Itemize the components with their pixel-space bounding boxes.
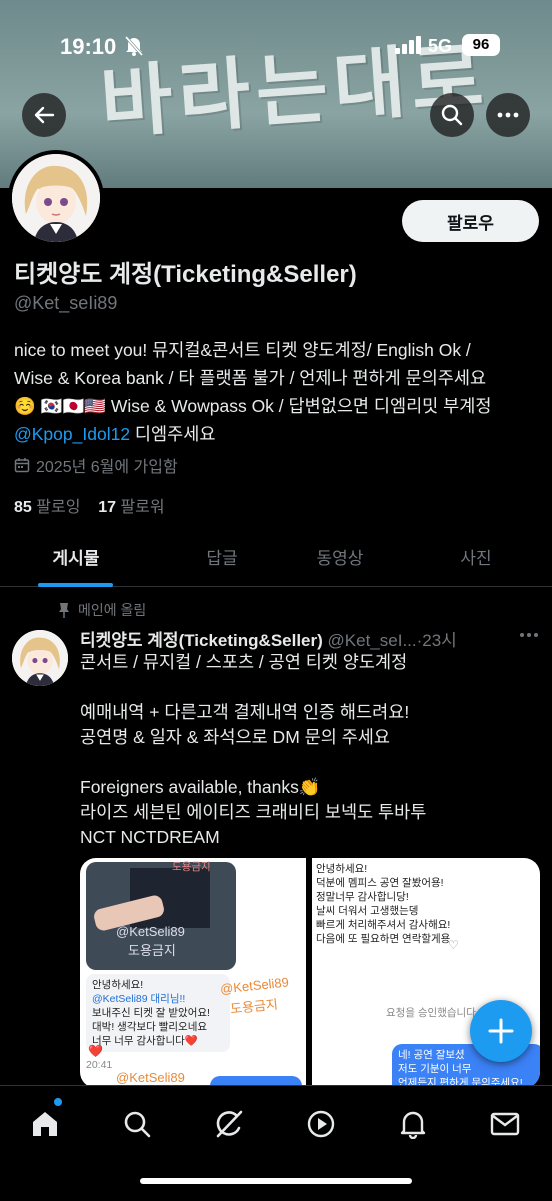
network-type: 5G: [428, 36, 453, 56]
post-line: [80, 675, 540, 700]
following-label: 팔로잉: [36, 499, 81, 516]
chat-line: 빠르게 처리해주셔서 감사해요!: [316, 919, 451, 931]
pinned-label: 메인에 올림: [78, 602, 147, 618]
chat-line: 안녕하세요!: [316, 863, 368, 875]
post-media[interactable]: 도용금지 @KetSeli89 도용금지 안녕하세요! @KetSeli89 대…: [80, 858, 540, 1088]
battery-indicator: 96: [462, 34, 500, 56]
profile-display-name: 티켓양도 계정(Ticketing&Seller): [14, 261, 357, 288]
chat-line: 덕분에 멤피스 공연 잘봤어용!: [316, 877, 444, 889]
followers-link[interactable]: 17 팔로워: [98, 499, 164, 516]
post-header: 티켓양도 계정(Ticketing&Seller) @Ket_seI...·23…: [80, 626, 550, 651]
chat-time: 20:41: [86, 1059, 113, 1071]
post-line: 라이즈 세븐틴 에이티즈 크래비티 보넥도 투바투: [80, 802, 427, 822]
post-line: NCT NCTDREAM: [80, 827, 220, 847]
chat-line: 대박! 생각보다 빨리오네요: [92, 1021, 208, 1033]
watermark: 도용금지: [128, 943, 176, 958]
nav-search[interactable]: [117, 1104, 157, 1144]
tab-photos[interactable]: 사진: [406, 526, 546, 586]
chat-line: 다음에 또 필요하면 연락할게용: [316, 933, 451, 945]
following-count: 85: [14, 499, 32, 516]
post-time: ·23시: [416, 631, 457, 650]
tab-videos[interactable]: 동영상: [270, 526, 410, 586]
profile-avatar[interactable]: [8, 150, 104, 246]
chat-line: 너무 너무 감사합니다❤️: [92, 1035, 198, 1047]
search-button[interactable]: [430, 93, 474, 137]
home-icon: [33, 1112, 57, 1136]
calendar-icon: [14, 458, 30, 473]
tab-posts[interactable]: 게시물: [0, 526, 152, 586]
watermark: @KetSeli89: [116, 924, 185, 939]
post-author-name[interactable]: 티켓양도 계정(Ticketing&Seller): [80, 631, 323, 650]
chat-line: 보내주신 티켓 잘 받았어요!: [92, 1007, 210, 1019]
nav-grok[interactable]: [209, 1104, 249, 1144]
search-icon: [441, 104, 463, 126]
silent-mode-icon: [124, 35, 144, 62]
compose-button[interactable]: [470, 1000, 532, 1062]
more-button[interactable]: [486, 93, 530, 137]
bio-line: 디엠주세요: [130, 424, 216, 444]
post-line: 예매내역 + 다른고객 결제내역 인증 해드려요!: [80, 702, 410, 722]
pin-icon: [59, 603, 69, 618]
chat-line: 날씨 더워서 고생했는뎅: [316, 905, 419, 917]
media-image-left[interactable]: 도용금지 @KetSeli89 도용금지 안녕하세요! @KetSeli89 대…: [80, 858, 306, 1088]
mail-icon: [490, 1112, 520, 1136]
watermark: @KetSeli89: [219, 974, 290, 997]
post-line: [80, 750, 540, 775]
signal-icon: [395, 36, 423, 59]
bell-icon: [400, 1111, 426, 1139]
pinned-indicator: 메인에 올림: [58, 600, 146, 620]
bio-line: ☺️ 🇰🇷🇯🇵🇺🇸 Wise & Wowpass Ok / 답변없으면 디엠리밋…: [14, 396, 492, 416]
bio-line: Wise & Korea bank / 타 플랫폼 불가 / 언제나 편하게 문…: [14, 368, 487, 388]
post-line: 공연명 & 일자 & 좌석으로 DM 문의 주세요: [80, 727, 390, 747]
chat-message: 안녕하세요! 덕분에 멤피스 공연 잘봤어용! 정말너무 감사합니당! 날씨 더…: [316, 862, 450, 946]
post-line: 콘서트 / 뮤지컬 / 스포츠 / 공연 티켓 양도계정: [80, 652, 408, 672]
back-button[interactable]: [22, 93, 66, 137]
followers-label: 팔로워: [120, 499, 165, 516]
post-avatar[interactable]: [12, 630, 68, 686]
notification-dot: [54, 1098, 62, 1106]
nav-notifications[interactable]: [393, 1104, 433, 1144]
home-indicator: [140, 1178, 412, 1184]
joined-date: 2025년 6월에 가입함: [14, 453, 178, 477]
following-link[interactable]: 85 팔로잉: [14, 499, 80, 516]
chat-line: 저도 기분이 너무: [398, 1063, 472, 1075]
bio-line: nice to meet you! 뮤지컬&콘서트 티켓 양도계정/ Engli…: [14, 340, 471, 360]
profile-tabs: 게시물 답글 동영상 사진: [0, 526, 552, 587]
plus-icon: [488, 1018, 514, 1044]
watermark: 도용금지: [229, 996, 279, 1017]
post-text: 콘서트 / 뮤지컬 / 스포츠 / 공연 티켓 양도계정 예매내역 + 다른고객…: [80, 650, 540, 850]
active-tab-indicator: [38, 583, 113, 587]
post-line: Foreigners available, thanks👏: [80, 777, 321, 797]
follow-stats: 85 팔로잉 17 팔로워: [14, 493, 165, 517]
watermark: 도용금지: [172, 861, 211, 873]
arrow-left-icon: [34, 106, 55, 124]
grok-icon: [216, 1110, 243, 1138]
bio-mention-link[interactable]: @Kpop_Idol12: [14, 424, 130, 444]
heart-icon: ❤️: [88, 1044, 103, 1058]
follow-button[interactable]: 팔로우: [402, 200, 539, 242]
profile-handle: @Ket_seIi89: [14, 293, 118, 313]
ticket-photo: 도용금지 @KetSeli89 도용금지: [86, 861, 236, 970]
chat-line: 안녕하세요!: [92, 979, 144, 991]
profile-bio: nice to meet you! 뮤지컬&콘서트 티켓 양도계정/ Engli…: [14, 336, 544, 448]
chat-line: @KetSeli89 대리님!!: [92, 993, 186, 1005]
chat-line: 정말너무 감사합니당!: [316, 891, 409, 903]
heart-outline-icon: ♡: [448, 938, 459, 952]
followers-count: 17: [98, 499, 116, 516]
post-author-handle[interactable]: @Ket_seI...: [328, 631, 417, 650]
joined-text: 2025년 6월에 가입함: [36, 459, 178, 476]
nav-messages[interactable]: [485, 1104, 525, 1144]
status-bar: 19:10 5G 96: [0, 30, 552, 64]
nav-video[interactable]: [301, 1104, 341, 1144]
chat-bubble: 안녕하세요! @KetSeli89 대리님!! 보내주신 티켓 잘 받았어요! …: [86, 974, 230, 1052]
video-icon: [307, 1110, 335, 1138]
search-icon: [124, 1111, 151, 1138]
nav-home[interactable]: [25, 1104, 65, 1144]
post-more-icon[interactable]: [520, 632, 538, 638]
status-time: 19:10: [60, 34, 117, 59]
watermark: @KetSeli89: [116, 1070, 185, 1085]
request-approved-text: 요청을 승인했습니다: [386, 1007, 476, 1019]
more-horizontal-icon: [497, 112, 519, 118]
